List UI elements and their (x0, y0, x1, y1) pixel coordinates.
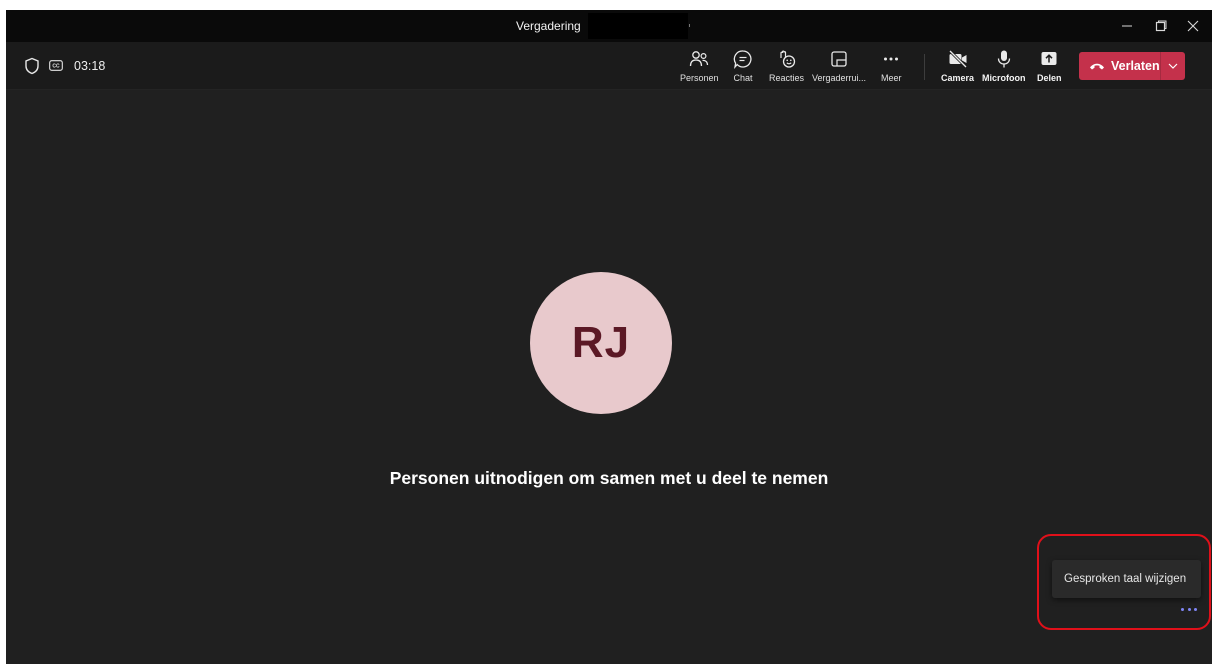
breakout-rooms-button[interactable]: Vergaderrui... (812, 49, 866, 83)
chevron-down-icon (1168, 63, 1178, 69)
camera-button[interactable]: Camera (941, 49, 974, 83)
caption-options-more-icon[interactable] (1181, 604, 1197, 614)
minimize-button[interactable] (1110, 10, 1144, 42)
camera-off-icon (948, 49, 967, 69)
chat-label: Chat (733, 73, 753, 83)
more-label: Meer (881, 73, 902, 83)
closed-captions-icon[interactable]: CC (49, 60, 63, 71)
chat-button[interactable]: Chat (733, 49, 753, 83)
reactions-icon (779, 50, 795, 68)
leave-options-button[interactable] (1161, 52, 1185, 80)
microphone-icon (997, 50, 1010, 68)
close-icon (1187, 20, 1199, 32)
shield-icon[interactable] (24, 57, 40, 75)
close-button[interactable] (1176, 10, 1210, 42)
change-spoken-language-menu-item[interactable]: Gesproken taal wijzigen (1052, 560, 1201, 598)
microphone-label: Microfoon (982, 73, 1026, 83)
svg-text:CC: CC (52, 64, 60, 70)
leave-label: Verlaten (1111, 59, 1160, 73)
reactions-button[interactable]: Reacties (769, 49, 804, 83)
teams-meeting-window: Vergadering CC 03:18 Personen Chat React… (6, 10, 1212, 664)
change-spoken-language-label: Gesproken taal wijzigen (1064, 573, 1187, 585)
leave-button[interactable]: Verlaten (1079, 52, 1160, 80)
share-screen-icon (1041, 52, 1057, 65)
people-button[interactable]: Personen (680, 49, 719, 83)
maximize-icon (1155, 20, 1167, 32)
title-redaction (588, 13, 690, 39)
meeting-toolbar: CC 03:18 Personen Chat Reacties Vergader… (6, 42, 1212, 90)
title-bar: Vergadering (6, 10, 1212, 42)
meeting-timer: 03:18 (74, 59, 106, 73)
toolbar-divider (924, 54, 925, 80)
reactions-label: Reacties (769, 73, 805, 83)
participant-avatar: RJ (530, 272, 672, 414)
maximize-button[interactable] (1144, 10, 1178, 42)
avatar-initials: RJ (571, 318, 631, 367)
breakout-rooms-label: Vergaderrui... (812, 73, 867, 83)
share-label: Delen (1037, 73, 1062, 83)
window-title: Vergadering (516, 19, 581, 33)
microphone-button[interactable]: Microfoon (982, 49, 1026, 83)
invite-message: Personen uitnodigen om samen met u deel … (389, 468, 829, 488)
camera-label: Camera (941, 73, 975, 83)
leave-button-group: Verlaten (1079, 52, 1185, 80)
more-icon (884, 57, 899, 61)
more-button[interactable]: Meer (881, 49, 902, 83)
people-icon (690, 51, 709, 67)
chat-icon (733, 50, 752, 69)
share-button[interactable]: Delen (1037, 49, 1062, 83)
minimize-icon (1122, 25, 1132, 27)
phone-hangup-icon (1090, 63, 1104, 70)
breakout-rooms-icon (831, 51, 847, 67)
people-label: Personen (680, 73, 719, 83)
